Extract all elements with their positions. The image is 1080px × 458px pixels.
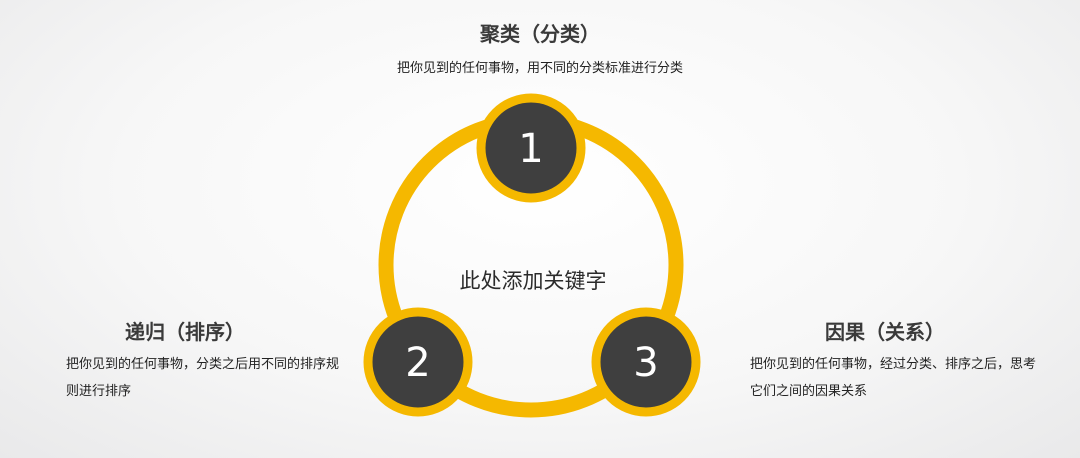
node-1: 1 — [476, 93, 586, 203]
node-2: 2 — [363, 307, 473, 417]
node-1-description: 把你见到的任何事物，用不同的分类标准进行分类 — [396, 61, 683, 76]
node-1-title: 聚类（分类） — [480, 22, 600, 46]
node-3-number: 3 — [633, 340, 658, 386]
node-1-number: 1 — [518, 126, 543, 172]
node-3: 3 — [591, 307, 701, 417]
center-keyword: 此处添加关键字 — [460, 269, 607, 293]
node-2-number: 2 — [405, 340, 430, 386]
node-3-description: 把你见到的任何事物，经过分类、排序之后，思考它们之间的因果关系 — [750, 357, 1037, 399]
node-2-title: 递归（排序） — [125, 320, 245, 344]
node-2-description: 把你见到的任何事物，分类之后用不同的排序规则进行排序 — [66, 357, 340, 399]
node-3-title: 因果（关系） — [825, 320, 945, 344]
cycle-diagram: 1 2 3 此处添加关键字 聚类（分类） 把你见到的任何事物，用不同的分类标准进… — [0, 0, 1080, 458]
